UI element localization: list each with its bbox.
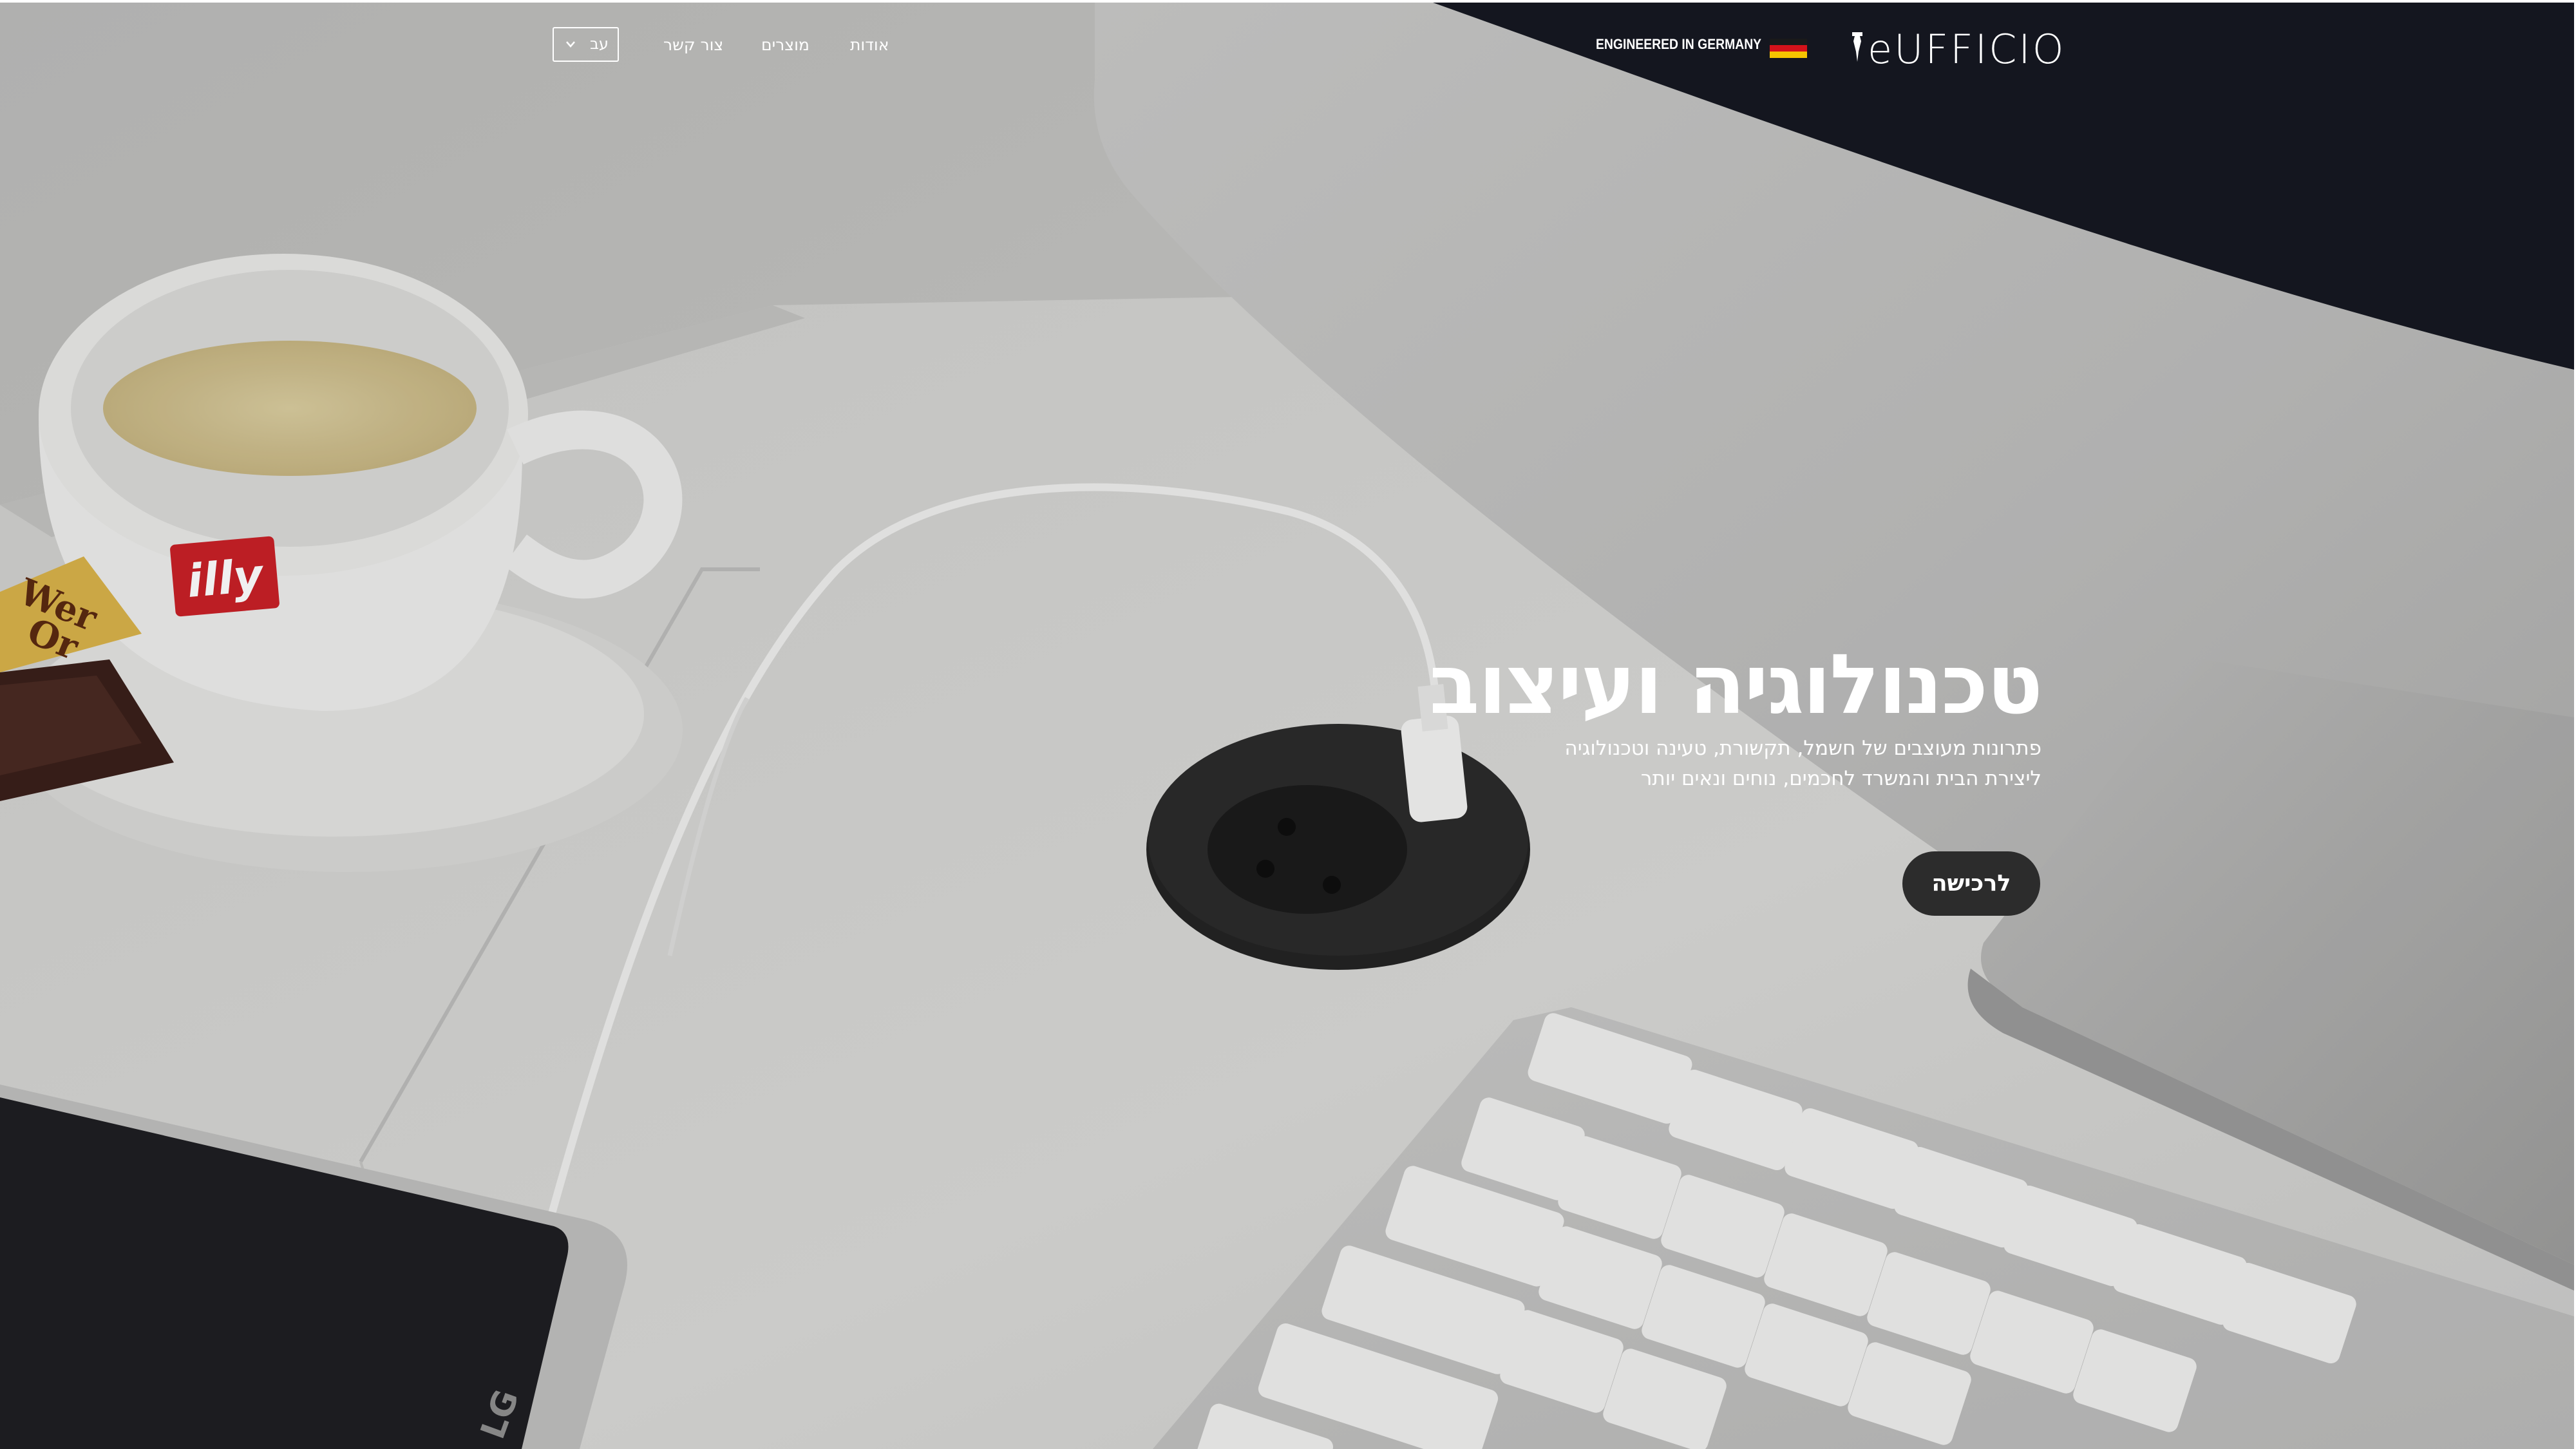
language-selected-value: עב — [590, 35, 609, 53]
engineered-in-germany-label: ENGINEERED IN GERMANY — [1596, 36, 1762, 52]
hero-section: illy Wer Or LG eUFFICIO ENGINEERED IN GE… — [0, 3, 2574, 1449]
svg-text:illy: illy — [185, 549, 267, 608]
language-select[interactable]: עב — [553, 27, 619, 62]
brand-logo[interactable]: eUFFICIO — [1850, 27, 2064, 72]
chevron-down-icon — [566, 41, 575, 48]
hero-subtitle-line-1: פתרונות מעוצבים של חשמל, תקשורת, טעינה ו… — [1564, 737, 2041, 760]
hero-subtitle: פתרונות מעוצבים של חשמל, תקשורת, טעינה ו… — [1546, 734, 2041, 794]
pen-nib-icon — [1852, 32, 1862, 62]
buy-button[interactable]: לרכישה — [1902, 851, 2040, 916]
nav-about[interactable]: אודות — [850, 32, 889, 58]
brand-name: eUFFICIO — [1868, 26, 2066, 73]
germany-flag-icon — [1770, 39, 1807, 58]
hero-background-photo: illy Wer Or LG — [0, 3, 2574, 1449]
hero-title: טכנולוגיה ועיצוב — [1429, 637, 2043, 733]
hero-subtitle-line-2: ליצירת הבית והמשרד לחכמים, נוחים ונאים י… — [1640, 767, 2041, 790]
nav-products[interactable]: מוצרים — [761, 32, 810, 58]
nav-contact[interactable]: צור קשר — [663, 32, 723, 58]
